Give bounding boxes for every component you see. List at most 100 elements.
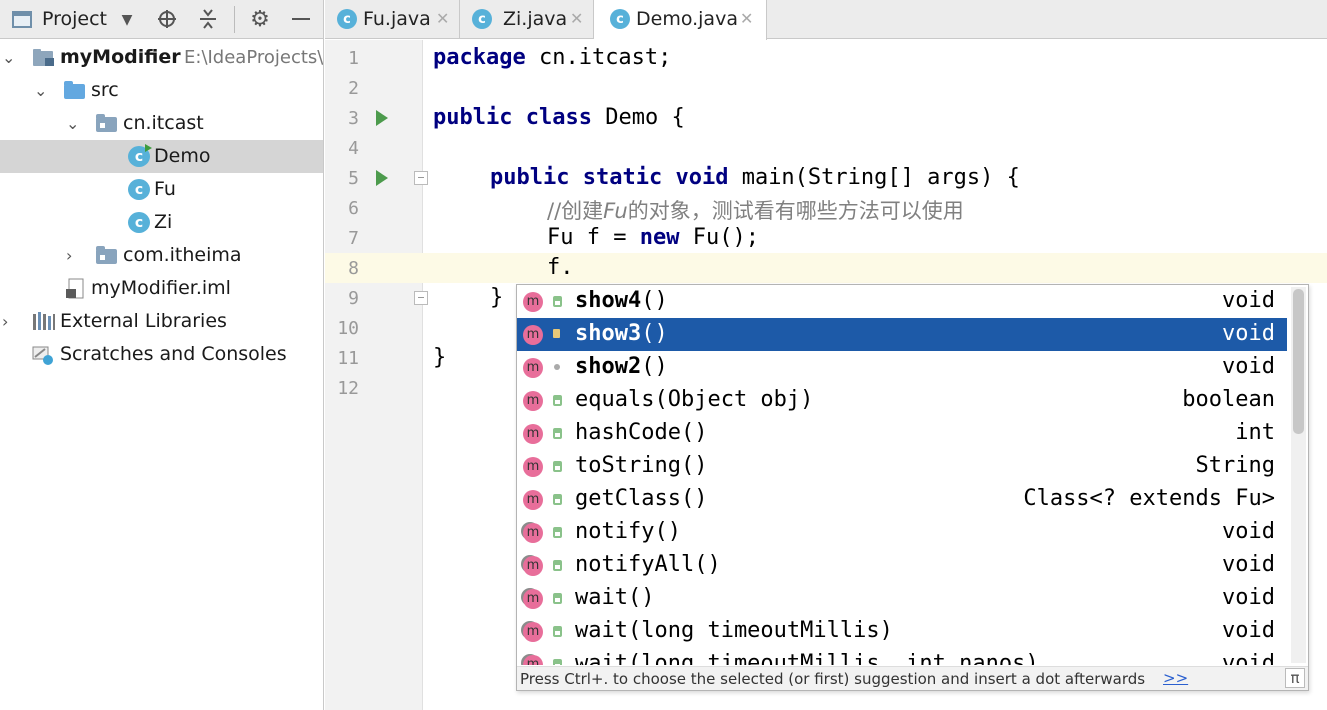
completion-item[interactable]: m show4() void xyxy=(517,285,1287,318)
tab-zi-java[interactable]: c Zi.java ✕ xyxy=(460,0,594,39)
method-icon: m xyxy=(523,655,543,665)
chevron-down-icon[interactable]: ⌄ xyxy=(66,114,80,133)
fold-marker-icon[interactable] xyxy=(414,171,428,185)
fold-marker-icon[interactable] xyxy=(414,291,428,305)
completion-item-name: show3() xyxy=(575,321,668,346)
code-text: Fu f = xyxy=(547,225,640,250)
completion-item[interactable]: m wait(long timeoutMillis) void xyxy=(517,615,1287,648)
line-number: 11 xyxy=(337,348,359,369)
keyword: public xyxy=(490,165,570,190)
line-number: 8 xyxy=(348,258,359,279)
package-icon xyxy=(96,114,117,132)
package-icon xyxy=(96,246,117,264)
completion-item[interactable]: m show2() void xyxy=(517,351,1287,384)
completion-hint: Press Ctrl+. to choose the selected (or … xyxy=(520,670,1146,688)
completion-signature-text: hashCode() xyxy=(575,420,708,445)
keyword: static xyxy=(582,165,663,190)
public-visibility-icon xyxy=(553,296,562,307)
code-line-7: Fu f = new Fu(); xyxy=(547,225,759,255)
pi-icon[interactable]: π xyxy=(1285,668,1305,688)
minimize-icon[interactable] xyxy=(290,8,312,30)
scrollbar-thumb[interactable] xyxy=(1293,289,1304,434)
tree-node-package-cn-itcast[interactable]: ⌄ cn.itcast xyxy=(0,107,323,140)
collapse-all-icon[interactable] xyxy=(197,8,219,30)
tree-node-demo[interactable]: c Demo xyxy=(0,140,323,173)
completion-item-name: wait(long timeoutMillis) xyxy=(575,618,893,643)
tree-node-package-com-itheima[interactable]: › com.itheima xyxy=(0,239,323,272)
completion-item[interactable]: m notifyAll() void xyxy=(517,549,1287,582)
method-icon: m xyxy=(523,391,543,411)
tree-label-com-itheima: com.itheima xyxy=(123,244,242,266)
completion-signature-text: notifyAll() xyxy=(575,552,721,577)
close-icon[interactable]: ✕ xyxy=(436,9,449,28)
tree-node-iml[interactable]: myModifier.iml xyxy=(0,272,323,305)
method-icon: m xyxy=(523,556,543,576)
chevron-right-icon[interactable]: › xyxy=(66,246,80,265)
completion-item-name: toString() xyxy=(575,453,707,478)
locate-icon[interactable] xyxy=(156,8,178,30)
tab-fu-java[interactable]: c Fu.java ✕ xyxy=(325,0,460,39)
code-completion-popup: m show4() void m show3() void m show2() void m equ… xyxy=(516,284,1309,691)
dropdown-arrow-icon[interactable]: ▼ xyxy=(116,9,138,31)
completion-item-name: getClass() xyxy=(575,486,707,511)
line-number: 1 xyxy=(348,48,359,69)
method-icon: m xyxy=(523,325,543,345)
comment-text: //创建 xyxy=(547,199,604,223)
completion-item[interactable]: m wait() void xyxy=(517,582,1287,615)
completion-signature-text: toString() xyxy=(575,453,708,478)
completion-item[interactable]: m equals(Object obj) boolean xyxy=(517,384,1287,417)
tree-label-scratches: Scratches and Consoles xyxy=(60,343,287,365)
keyword: class xyxy=(525,105,592,130)
method-icon: m xyxy=(523,622,543,642)
tab-label: Demo.java xyxy=(636,8,738,30)
completion-match-text: show4 xyxy=(575,288,642,313)
java-class-icon: c xyxy=(337,9,357,29)
completion-item[interactable]: m notify() void xyxy=(517,516,1287,549)
tree-node-scratches[interactable]: Scratches and Consoles xyxy=(0,338,323,371)
comment-text: Fu xyxy=(603,199,628,223)
completion-item[interactable]: m hashCode() int xyxy=(517,417,1287,450)
run-class-icon[interactable] xyxy=(376,110,388,126)
chevron-right-icon[interactable]: › xyxy=(2,312,16,331)
code-text: main(String[] args) { xyxy=(728,165,1020,190)
gear-icon[interactable]: ⚙ xyxy=(249,7,271,32)
completion-signature-text: wait(long timeoutMillis) xyxy=(575,618,893,643)
completion-item[interactable]: m toString() String xyxy=(517,450,1287,483)
method-icon: m xyxy=(523,490,543,510)
tree-node-src[interactable]: ⌄ src xyxy=(0,74,323,107)
public-visibility-icon xyxy=(553,494,562,505)
tree-label-external-libraries: External Libraries xyxy=(60,310,227,332)
chevron-down-icon[interactable]: ⌄ xyxy=(34,81,48,100)
tree-node-external-libraries[interactable]: › External Libraries xyxy=(0,305,323,338)
keyword: package xyxy=(433,45,526,70)
completion-scrollbar[interactable] xyxy=(1291,287,1306,663)
completion-signature-text: getClass() xyxy=(575,486,708,511)
close-icon[interactable]: ✕ xyxy=(570,9,583,28)
tree-label-cn-itcast: cn.itcast xyxy=(123,112,204,134)
public-visibility-icon xyxy=(553,593,562,604)
line-number: 7 xyxy=(348,228,359,249)
close-icon[interactable]: ✕ xyxy=(740,9,753,28)
public-visibility-icon xyxy=(553,395,562,406)
tree-node-zi[interactable]: c Zi xyxy=(0,206,323,239)
module-path: E:\IdeaProjects\ xyxy=(184,47,324,68)
completion-signature-text: notify() xyxy=(575,519,681,544)
tree-node-module[interactable]: ⌄ myModifier E:\IdeaProjects\ xyxy=(0,41,324,74)
line-number: 2 xyxy=(348,78,359,99)
project-view-icon[interactable] xyxy=(11,8,33,30)
completion-item-name: wait() xyxy=(575,585,654,610)
run-main-icon[interactable] xyxy=(376,170,388,186)
more-hints-link[interactable]: >> xyxy=(1163,669,1188,687)
completion-item[interactable]: m wait(long timeoutMillis, int nanos) void xyxy=(517,648,1287,665)
tree-node-fu[interactable]: c Fu xyxy=(0,173,323,206)
java-class-icon: c xyxy=(128,212,150,233)
method-icon: m xyxy=(523,292,543,312)
chevron-down-icon[interactable]: ⌄ xyxy=(2,48,16,67)
project-panel-title[interactable]: Project xyxy=(42,8,107,30)
tab-demo-java[interactable]: c Demo.java ✕ xyxy=(594,0,767,40)
completion-item[interactable]: m show3() void xyxy=(517,318,1287,351)
java-class-icon: c xyxy=(128,144,152,167)
public-visibility-icon xyxy=(553,461,562,472)
completion-item[interactable]: m getClass() Class<? extends Fu> xyxy=(517,483,1287,516)
public-visibility-icon xyxy=(553,626,562,637)
